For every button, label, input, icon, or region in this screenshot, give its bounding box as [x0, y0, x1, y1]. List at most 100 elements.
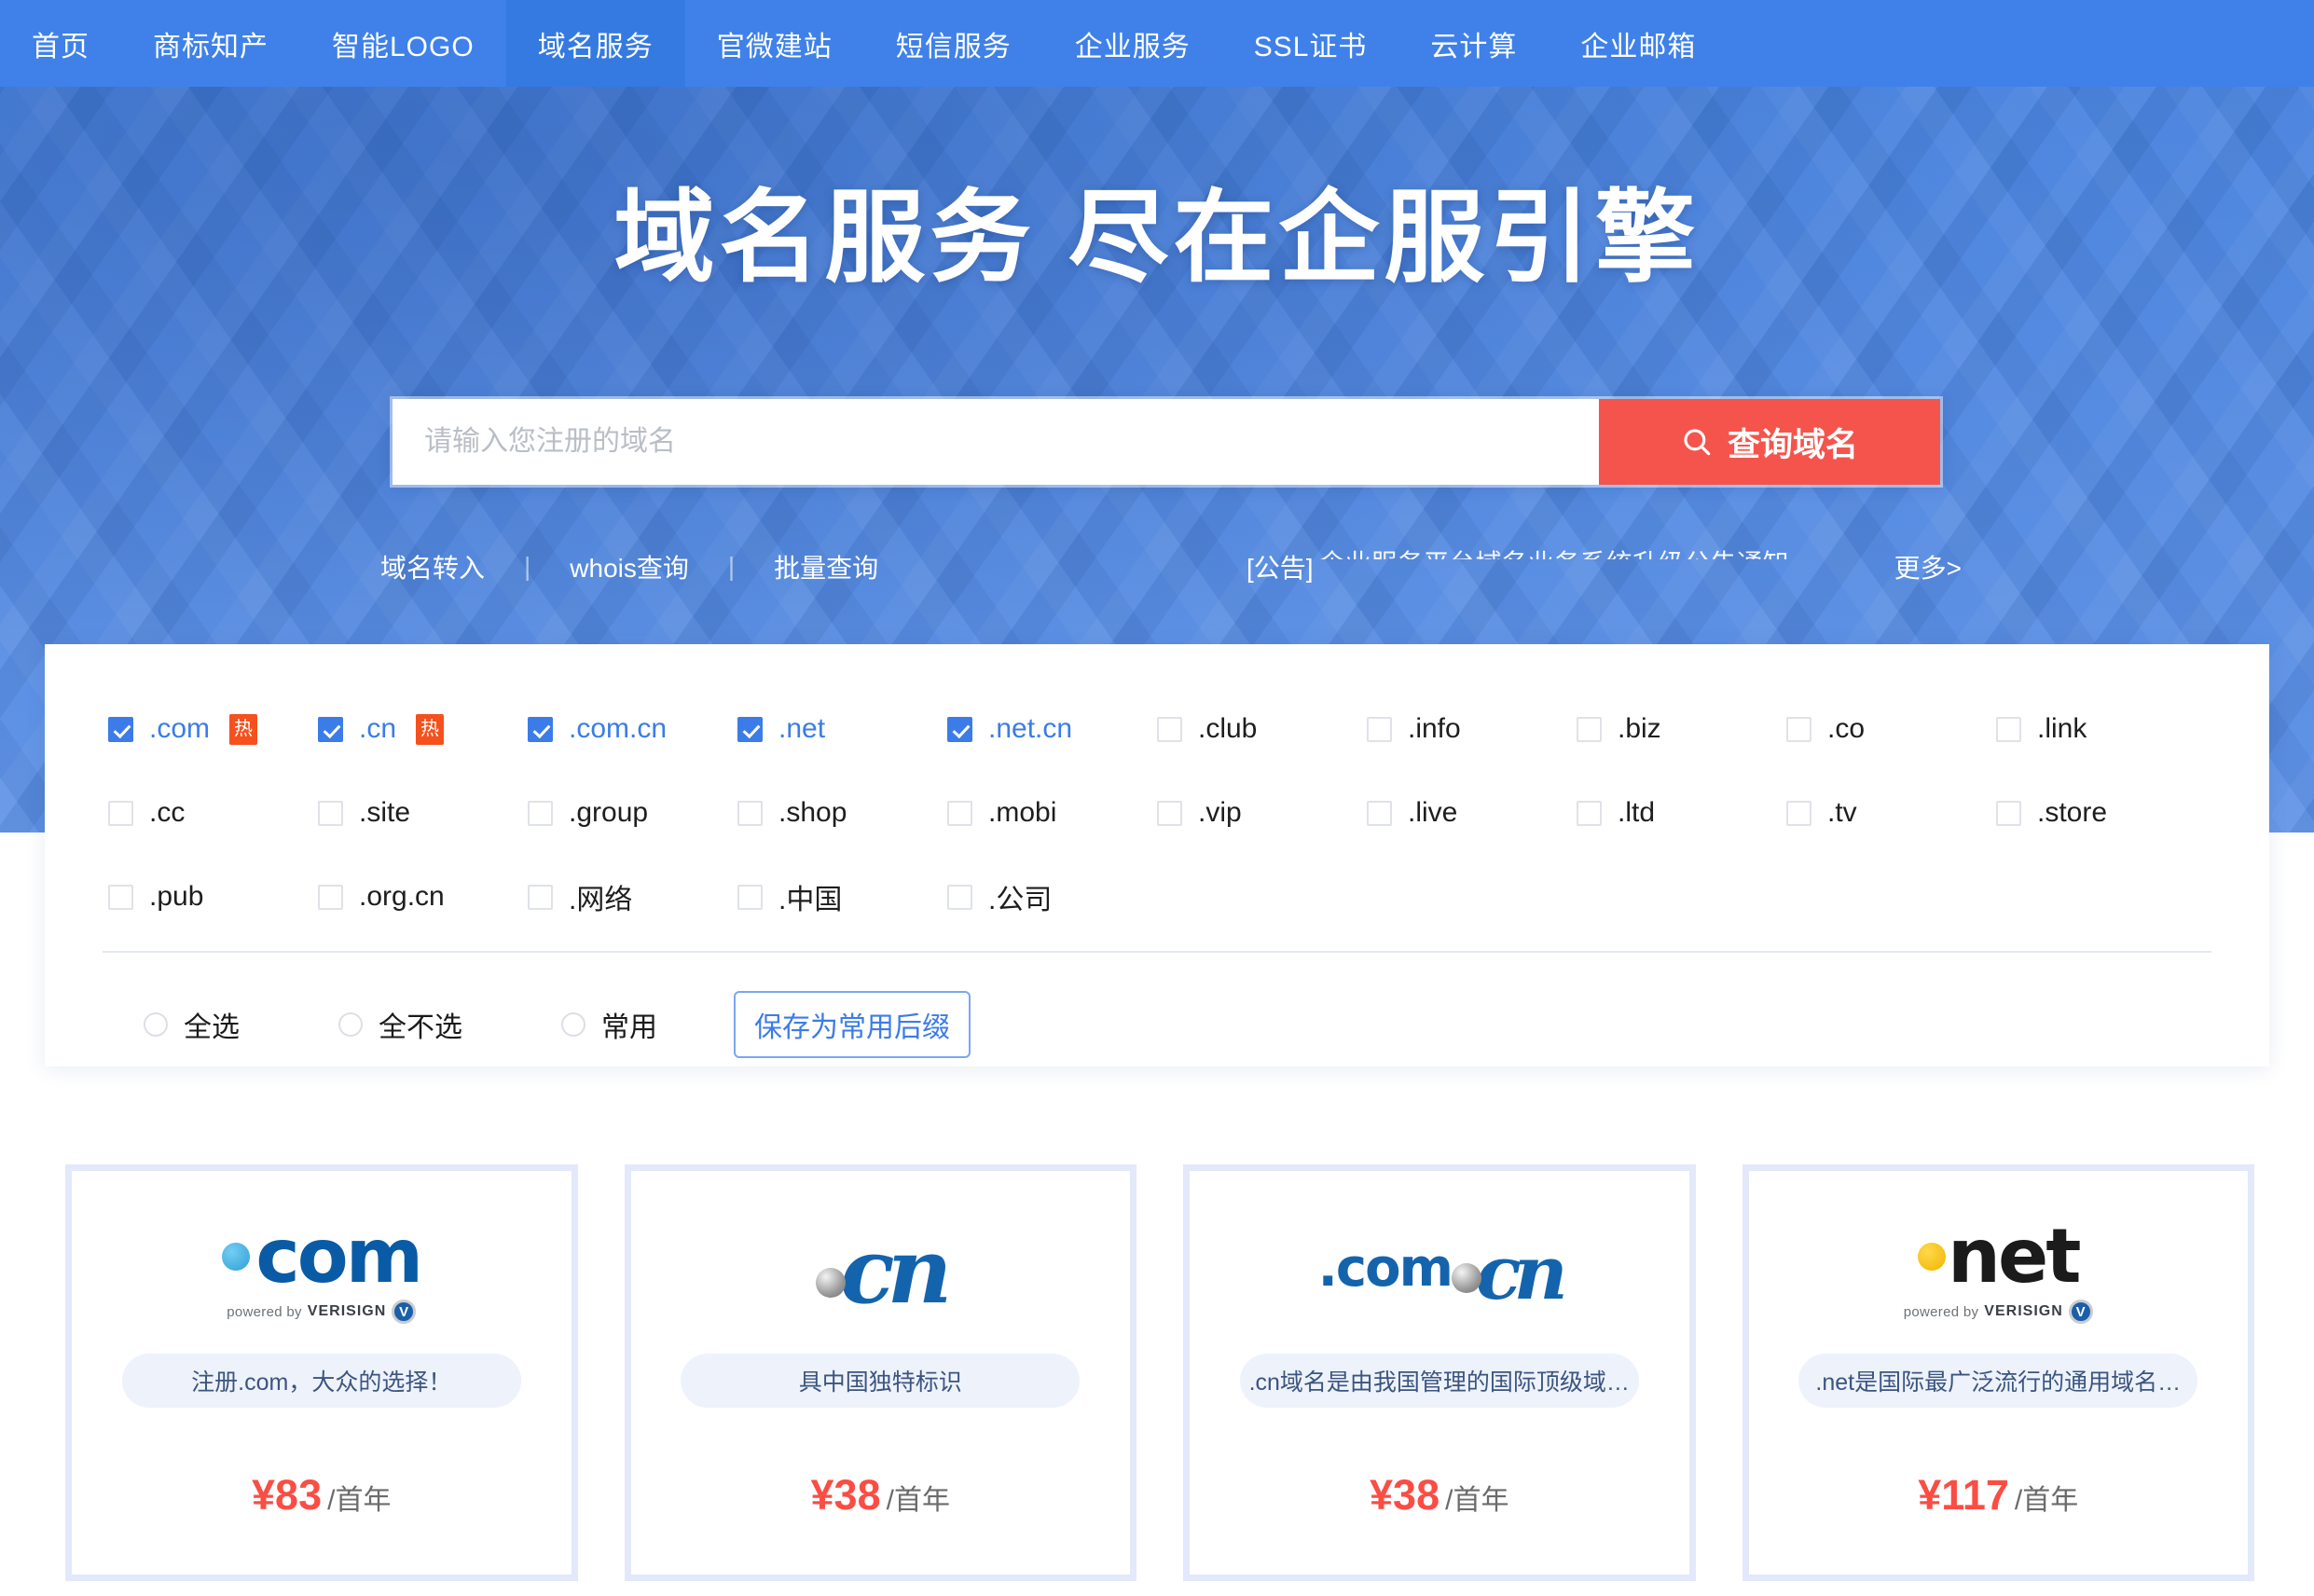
domain-card-1[interactable]: cn 具中国独特标识 ¥38/首年	[624, 1164, 1136, 1581]
card-price: ¥38/首年	[811, 1471, 950, 1520]
tld-option-16[interactable]: .live	[1367, 771, 1577, 855]
tld-option-14[interactable]: .mobi	[947, 771, 1157, 855]
checkbox-checked-icon[interactable]	[528, 716, 553, 742]
nav-item-label: 企业邮箱	[1580, 31, 1697, 62]
quick-link-2[interactable]: 批量查询	[774, 548, 878, 585]
tld-option-20[interactable]: .pub	[108, 855, 318, 939]
tld-option-10[interactable]: .cc	[108, 771, 318, 855]
radio-icon[interactable]	[144, 1012, 168, 1037]
checkbox-icon[interactable]	[737, 800, 763, 826]
tld-option-9[interactable]: .link	[1996, 687, 2206, 771]
radio-icon[interactable]	[338, 1012, 363, 1037]
checkbox-icon[interactable]	[318, 800, 343, 826]
tld-option-3[interactable]: .net	[737, 687, 947, 771]
price-unit: /首年	[2014, 1485, 2079, 1516]
tld-option-2[interactable]: .com.cn	[528, 687, 737, 771]
domain-card-2[interactable]: .com cn .cn域名是由我国管理的国际顶级域… ¥38/首年	[1183, 1164, 1696, 1581]
tld-label: .net	[778, 713, 826, 744]
domain-card-3[interactable]: net powered by VERISIGN V .net是国际最广泛流行的通用域名……	[1742, 1164, 2254, 1581]
tld-option-6[interactable]: .info	[1367, 687, 1577, 771]
checkbox-icon[interactable]	[947, 800, 972, 826]
tld-option-23[interactable]: .中国	[737, 855, 947, 939]
checkbox-icon[interactable]	[108, 800, 133, 826]
nav-item-8[interactable]: 云计算	[1398, 0, 1549, 87]
checkbox-icon[interactable]	[947, 884, 972, 910]
checkbox-checked-icon[interactable]	[737, 716, 763, 742]
nav-item-6[interactable]: 企业服务	[1043, 0, 1222, 87]
checkbox-icon[interactable]	[1577, 800, 1602, 826]
checkbox-icon[interactable]	[1367, 800, 1392, 826]
checkbox-icon[interactable]	[1996, 800, 2021, 826]
radio-option-0[interactable]: 全选	[144, 1004, 240, 1045]
verisign-badge: powered by VERISIGN V	[1904, 1300, 2093, 1324]
tld-label: .group	[569, 797, 649, 828]
radio-option-2[interactable]: 常用	[561, 1004, 657, 1045]
nav-item-7[interactable]: SSL证书	[1222, 0, 1399, 87]
tld-option-11[interactable]: .site	[318, 771, 528, 855]
radio-icon[interactable]	[561, 1012, 585, 1037]
checkbox-icon[interactable]	[737, 884, 763, 910]
tld-option-0[interactable]: .com 热	[108, 687, 318, 771]
checkbox-checked-icon[interactable]	[108, 716, 133, 742]
nav-item-3[interactable]: 域名服务	[505, 0, 685, 87]
more-link[interactable]: 更多>	[1894, 548, 1962, 585]
card-tagline: 注册.com，大众的选择！	[121, 1354, 521, 1408]
tld-option-1[interactable]: .cn 热	[318, 687, 528, 771]
tld-option-13[interactable]: .shop	[737, 771, 947, 855]
checkbox-icon[interactable]	[1577, 716, 1602, 742]
radio-label: 全不选	[379, 1012, 462, 1043]
radio-option-1[interactable]: 全不选	[338, 1004, 462, 1045]
checkbox-icon[interactable]	[1157, 800, 1182, 826]
tld-option-8[interactable]: .co	[1786, 687, 1996, 771]
tld-label: .site	[359, 797, 411, 828]
tld-option-21[interactable]: .org.cn	[318, 855, 528, 939]
price-amount: ¥38	[1370, 1471, 1440, 1519]
checkbox-icon[interactable]	[108, 884, 133, 910]
checkbox-checked-icon[interactable]	[318, 716, 343, 742]
checkbox-icon[interactable]	[1996, 716, 2021, 742]
nav-item-4[interactable]: 官微建站	[685, 0, 864, 87]
tld-option-15[interactable]: .vip	[1157, 771, 1367, 855]
tld-option-5[interactable]: .club	[1157, 687, 1367, 771]
nav-item-2[interactable]: 智能LOGO	[300, 0, 506, 87]
checkbox-icon[interactable]	[528, 800, 553, 826]
domain-product-cards: com powered by VERISIGN V 注册.com，大众的选择！ ¥83/首…	[65, 1164, 2254, 1581]
search-button[interactable]: 查询域名	[1599, 399, 1940, 485]
price-unit: /首年	[886, 1485, 950, 1516]
card-logo: .com cn	[1190, 1197, 1689, 1346]
checkbox-checked-icon[interactable]	[947, 716, 972, 742]
announcement[interactable]: [公告] 企业服务平台域名业务系统升级公告通知	[1247, 548, 1789, 585]
tld-option-22[interactable]: .网络	[528, 855, 737, 939]
checkbox-icon[interactable]	[528, 884, 553, 910]
nav-item-1[interactable]: 商标知产	[121, 0, 300, 87]
nav-item-9[interactable]: 企业邮箱	[1549, 0, 1728, 87]
tld-option-12[interactable]: .group	[528, 771, 737, 855]
quick-link-separator: |	[727, 552, 736, 581]
tld-option-7[interactable]: .biz	[1577, 687, 1786, 771]
tld-label: .club	[1198, 713, 1258, 744]
tld-option-17[interactable]: .ltd	[1577, 771, 1786, 855]
checkbox-icon[interactable]	[1367, 716, 1392, 742]
tld-label: .中国	[778, 885, 843, 915]
checkbox-icon[interactable]	[1786, 716, 1811, 742]
tld-option-4[interactable]: .net.cn	[947, 687, 1157, 771]
tld-label: .cn	[359, 713, 397, 744]
save-suffix-button[interactable]: 保存为常用后缀	[734, 991, 971, 1058]
verisign-brand: VERISIGN	[307, 1303, 387, 1319]
domain-card-0[interactable]: com powered by VERISIGN V 注册.com，大众的选择！ ¥83/首…	[65, 1164, 578, 1581]
nav-item-5[interactable]: 短信服务	[864, 0, 1043, 87]
search-input[interactable]	[393, 399, 1599, 485]
tld-label: .co	[1827, 713, 1866, 744]
nav-item-0[interactable]: 首页	[0, 0, 121, 87]
tld-option-19[interactable]: .store	[1996, 771, 2206, 855]
tld-option-18[interactable]: .tv	[1786, 771, 1996, 855]
checkbox-icon[interactable]	[1157, 716, 1182, 742]
card-price: ¥38/首年	[1370, 1471, 1508, 1520]
quick-link-0[interactable]: 域名转入	[380, 548, 485, 585]
search-icon	[1681, 426, 1713, 458]
tld-option-24[interactable]: .公司	[947, 855, 1157, 939]
quick-link-1[interactable]: whois查询	[570, 548, 689, 585]
checkbox-icon[interactable]	[1786, 800, 1811, 826]
checkbox-icon[interactable]	[318, 884, 343, 910]
hot-badge: 热	[229, 713, 258, 745]
